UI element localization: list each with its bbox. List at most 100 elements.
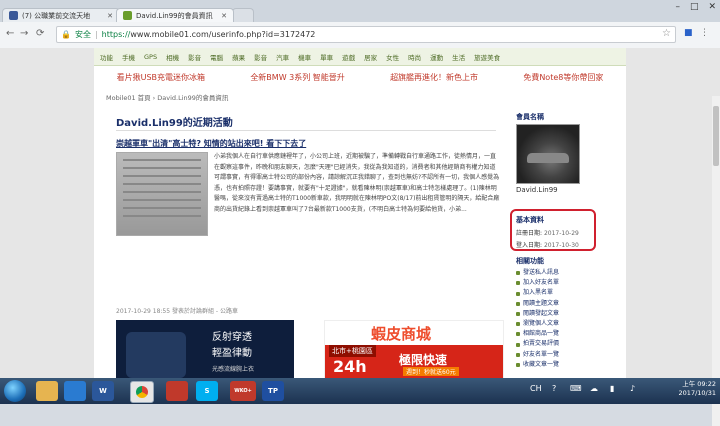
promo-link[interactable]: 全新BMW 3系列 智能晉升 [250,72,344,83]
close-window-icon[interactable]: ✕ [708,2,716,12]
mobile01-icon [123,11,132,20]
minimize-icon[interactable]: – [675,2,680,12]
tp-icon[interactable]: TP [262,381,284,401]
ad-banner-watch[interactable]: 反射穿透 輕盈律動 光感流線腕上衣 [116,320,294,378]
post-title-link[interactable]: 崇越軍車"出清"高士特? 知情的站出來吧! 看下下去了 [116,138,306,149]
main-content: David.Lin99的近期活動 崇越軍車"出清"高士特? 知情的站出來吧! 看… [106,104,504,380]
post-thumbnail[interactable] [116,152,208,236]
nav-item[interactable]: 單車 [320,52,333,62]
extension-icon[interactable]: ■ [684,28,693,38]
nav-item[interactable]: 遊戲 [342,52,355,62]
ad-line: 光感流線腕上衣 [212,366,255,373]
maximize-icon[interactable]: □ [690,2,699,12]
nav-item[interactable]: 影音 [188,52,201,62]
sidebar-link[interactable]: 閱讀發起文章 [516,309,616,319]
breadcrumb-home[interactable]: Mobile01 首頁 [106,94,151,102]
sidebar-link[interactable]: 收藏文章一覽 [516,360,616,370]
url-text: www.mobile01.com/userinfo.php?id=3172472 [130,30,316,39]
start-button[interactable] [4,380,26,402]
sidebar-link[interactable]: 相館商品一覽 [516,329,616,339]
sidebar-link[interactable]: 加入黑名單 [516,288,616,298]
sidebar-link-label: 相館商品一覽 [523,330,560,338]
windows-taskbar: W S WKO+ TP CH ? ⌨ ☁ ▮ ♪ 上午 09:22 2017/1… [0,378,720,404]
close-icon[interactable]: ✕ [107,12,113,20]
page-viewport: 功能 手機 GPS 相機 影音 電腦 蘋果 影音 汽車 機車 單車 遊戲 居家 … [0,48,720,426]
promo-link[interactable]: 免費Note8等你帶回家 [523,72,603,83]
related-functions-list: 發送私人訊息 加入好友名單 加入黑名單 閱讀主題文章 閱讀發起文章 瀏覽個人文章… [516,268,616,370]
lang-indicator[interactable]: CH [530,384,542,393]
breadcrumb-current: David.Lin99的會員資訊 [157,94,229,102]
skype-icon[interactable]: S [196,381,218,401]
sidebar-link[interactable]: 瀏覽個人文章 [516,319,616,329]
tab-member-info[interactable]: David.Lin99的會員資訊 ✕ [116,8,234,22]
ad-fast: 極限快速 [399,353,448,367]
help-icon[interactable]: ? [552,384,556,393]
promo-link[interactable]: 超旗艦再進化！新色上市 [390,72,478,83]
sidebar-link[interactable]: 好友名單一覽 [516,350,616,360]
ad-brand: 蝦皮商城 [371,325,432,343]
close-icon[interactable]: ✕ [221,12,227,20]
promo-bar: 看片揪USB充電迷你冰箱 全新BMW 3系列 智能晉升 超旗艦再進化！新色上市 … [94,68,626,86]
nav-item[interactable]: 功能 [100,52,113,62]
sidebar-link[interactable]: 發送私人訊息 [516,268,616,278]
chrome-icon[interactable] [130,381,154,403]
omnibox[interactable]: 🔒 安全 | https://www.mobile01.com/userinfo… [56,26,676,43]
volume-icon[interactable]: ♪ [630,384,635,393]
nav-item[interactable]: GPS [144,53,157,61]
word-icon[interactable]: W [92,381,114,401]
bullet-icon [516,301,520,306]
clock[interactable]: 上午 09:22 2017/10/31 [679,380,716,398]
sidebar-link[interactable]: 閱讀主題文章 [516,299,616,309]
nav-item[interactable]: 電腦 [210,52,223,62]
sidebar-link-label: 好友名單一覽 [523,350,560,358]
bullet-icon [516,322,520,327]
nav-item[interactable]: 生活 [452,52,465,62]
bookmark-star-icon[interactable]: ☆ [662,28,671,39]
nav-item[interactable]: 運動 [430,52,443,62]
folder-icon[interactable] [36,381,58,401]
back-icon[interactable]: ← [6,28,14,39]
nav-item[interactable]: 影音 [254,52,267,62]
nav-item[interactable]: 汽車 [276,52,289,62]
nav-item[interactable]: 手機 [122,52,135,62]
menu-icon[interactable]: ⋮ [700,28,709,38]
network-icon[interactable]: ▮ [610,384,614,393]
keyboard-icon[interactable]: ⌨ [570,384,582,393]
sidebar-link-label: 瀏覽個人文章 [523,320,560,328]
media-player-icon[interactable] [64,381,86,401]
login-date-row: 登入日期: 2017-10-30 [516,240,590,249]
ad-location: 北市+桃園區 [329,345,376,357]
bullet-icon [516,291,520,296]
page-scrollbar[interactable] [712,96,720,426]
nav-item[interactable]: 機車 [298,52,311,62]
nav-item[interactable]: 蘋果 [232,52,245,62]
sidebar-link-label: 閱讀發起文章 [523,309,560,317]
tab-facebook[interactable]: (7) 公職業前交流天地 ✕ [2,8,120,22]
ad-line: 輕盈律動 [212,348,252,359]
clock-time: 上午 09:22 [682,380,716,388]
new-tab-button[interactable] [232,8,254,22]
sidebar-link[interactable]: 加入好友名單 [516,278,616,288]
forward-icon[interactable]: → [20,28,28,39]
promo-link[interactable]: 看片揪USB充電迷你冰箱 [117,72,205,83]
cloud-icon[interactable]: ☁ [590,384,598,393]
related-functions-title: 相關功能 [516,257,544,265]
app-red-icon[interactable] [166,381,188,401]
ad-line: 反射穿透 [212,332,252,343]
member-name-title: 會員名稱 [516,113,544,121]
scrollbar-thumb[interactable] [713,106,719,166]
nav-item[interactable]: 女性 [386,52,399,62]
sidebar-link-label: 發送私人訊息 [523,269,560,276]
nav-item[interactable]: 旅遊美食 [474,52,500,62]
nav-item[interactable]: 居家 [364,52,377,62]
login-value: 2017-10-30 [543,242,579,249]
nav-item[interactable]: 時尚 [408,52,421,62]
sidebar-link-label: 拍賣交易評價 [523,340,560,348]
wko-icon[interactable]: WKO+ [230,381,256,401]
reload-icon[interactable]: ⟳ [36,28,44,39]
bullet-icon [516,342,520,347]
nav-item[interactable]: 相機 [166,52,179,62]
sidebar-link[interactable]: 拍賣交易評價 [516,339,616,349]
ad-banner-shopee[interactable]: 蝦皮商城 北市+桃園區 24h 極限快速 週到！秒就送60元 [324,320,504,380]
address-bar-row: ← → ⟳ 🔒 安全 | https://www.mobile01.com/us… [0,22,720,49]
